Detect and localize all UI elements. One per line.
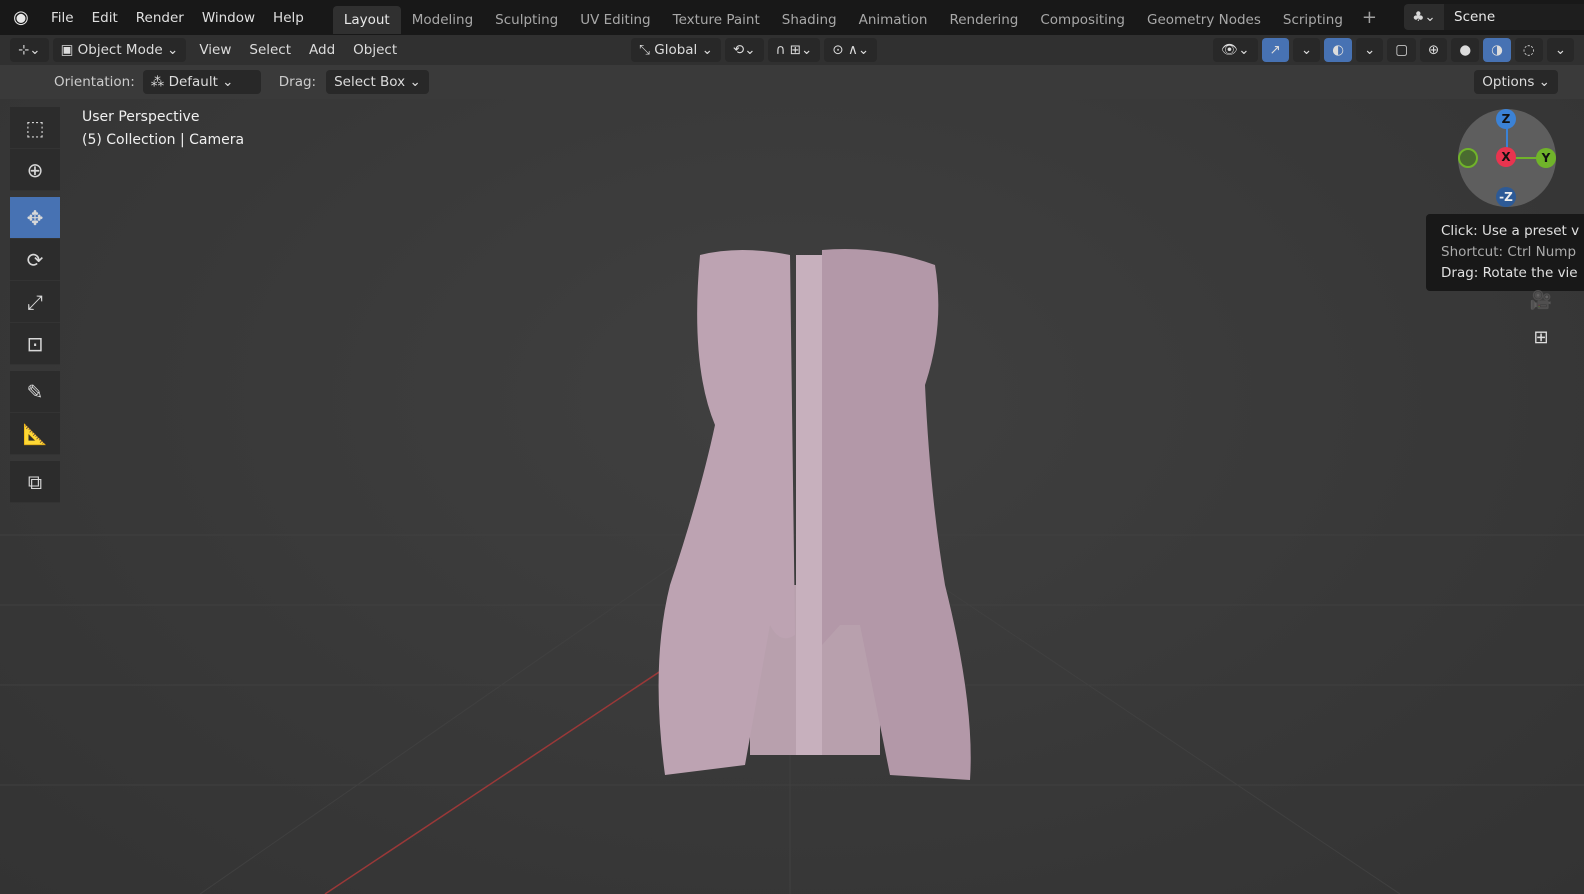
tool-shelf: ⬚ ⊕ ✥ ⟳ ⤢ ⊡ ✎ 📐 ⧉ [10,107,60,503]
tab-shading[interactable]: Shading [771,6,848,34]
view-name: User Perspective [82,109,200,125]
object-mode-icon: ▣ [60,42,78,58]
tab-rendering[interactable]: Rendering [938,6,1029,34]
mode-dropdown[interactable]: ▣ Object Mode ⌄ [52,38,187,62]
viewport-scene [0,249,1584,894]
tab-geometry-nodes[interactable]: Geometry Nodes [1136,6,1272,34]
overlay-toggle-button[interactable]: ◐ [1324,38,1352,62]
tab-sculpting[interactable]: Sculpting [484,6,569,34]
tab-modeling[interactable]: Modeling [401,6,484,34]
3d-viewport[interactable] [0,65,1584,894]
tab-layout[interactable]: Layout [332,6,401,34]
menu-view[interactable]: View [190,42,240,58]
navigation-gizmo[interactable]: Z X Y -Z [1458,109,1556,207]
xray-button[interactable]: ▢ [1387,38,1417,62]
tab-compositing[interactable]: Compositing [1029,6,1136,34]
shading-rendered-button[interactable]: ◌ [1514,38,1543,62]
menu-window[interactable]: Window [193,10,264,26]
blender-logo-icon[interactable]: ◉ [10,7,32,29]
ortho-toggle-icon[interactable]: ⊞ [1528,327,1554,353]
menu-help[interactable]: Help [264,10,313,26]
gizmo-z-axis[interactable]: Z [1496,109,1516,129]
gizmo-neg-z-axis[interactable]: -Z [1496,187,1516,207]
drag-label: Drag: [278,74,317,90]
measure-tool-icon[interactable]: 📐 [10,413,60,455]
menu-edit[interactable]: Edit [83,10,127,26]
menu-object[interactable]: Object [344,42,406,58]
orientation-label: Orientation: [54,74,135,90]
scene-selector[interactable]: ♣⌄ Scene [1404,4,1584,30]
rotate-tool-icon[interactable]: ⟳ [10,239,60,281]
tool-settings-bar: Orientation: ⁂ Default ⌄ Drag: Select Bo… [0,65,1584,99]
add-workspace-icon[interactable]: + [1354,7,1385,28]
camera-view-icon[interactable]: 🎥 [1528,290,1554,316]
gizmo-toggle-button[interactable]: ↗ [1261,38,1289,62]
torso-model [658,249,971,780]
proportional-editing-button[interactable]: ⊙ ∧⌄ [824,38,878,62]
shading-dropdown[interactable]: ⌄ [1546,38,1574,62]
menu-select[interactable]: Select [240,42,300,58]
transform-orientation-dropdown[interactable]: ⤡ Global ⌄ [631,38,721,62]
gizmo-dropdown[interactable]: ⌄ [1292,38,1321,62]
annotate-tool-icon[interactable]: ✎ [10,371,60,413]
menu-file[interactable]: File [42,10,83,26]
menu-add[interactable]: Add [300,42,344,58]
orientation-dropdown[interactable]: ⁂ Default ⌄ [142,70,261,94]
viewport-header: ⊹⌄ ▣ Object Mode ⌄ View Select Add Objec… [0,35,1584,65]
overlay-dropdown[interactable]: ⌄ [1355,38,1384,62]
scene-icon[interactable]: ♣⌄ [1404,4,1444,30]
menu-render[interactable]: Render [127,10,193,26]
options-dropdown[interactable]: Options ⌄ [1474,70,1558,94]
shading-solid-button[interactable]: ● [1451,38,1480,62]
drag-dropdown[interactable]: Select Box ⌄ [326,70,429,94]
editor-type-button[interactable]: ⊹⌄ [10,38,49,62]
scale-tool-icon[interactable]: ⤢ [10,281,60,323]
cursor-tool-icon[interactable]: ⊕ [10,149,60,191]
orientation-icon: ⤡ [639,42,655,58]
gizmo-y-axis[interactable]: Y [1536,148,1556,168]
visibility-button[interactable]: 👁⌄ [1213,38,1258,62]
transform-tool-icon[interactable]: ⊡ [10,323,60,365]
tab-scripting[interactable]: Scripting [1272,6,1354,34]
scene-name[interactable]: Scene [1444,4,1584,30]
gizmo-x-axis[interactable]: X [1496,147,1516,167]
collection-info: (5) Collection | Camera [82,132,245,148]
top-bar: ◉ File Edit Render Window Help Layout Mo… [0,0,1584,35]
tab-texture-paint[interactable]: Texture Paint [662,6,771,34]
gizmo-neg-y-axis[interactable] [1458,148,1478,168]
snap-button[interactable]: ∩ ⊞⌄ [767,38,821,62]
select-box-tool-icon[interactable]: ⬚ [10,107,60,149]
add-cube-tool-icon[interactable]: ⧉ [10,461,60,503]
shading-wireframe-button[interactable]: ⊕ [1420,38,1448,62]
gizmo-tooltip: Click: Use a preset v Shortcut: Ctrl Num… [1426,214,1584,291]
move-tool-icon[interactable]: ✥ [10,197,60,239]
tab-uv-editing[interactable]: UV Editing [569,6,661,34]
shading-material-button[interactable]: ◑ [1483,38,1511,62]
pivot-point-button[interactable]: ⟲⌄ [724,38,764,62]
tab-animation[interactable]: Animation [848,6,939,34]
